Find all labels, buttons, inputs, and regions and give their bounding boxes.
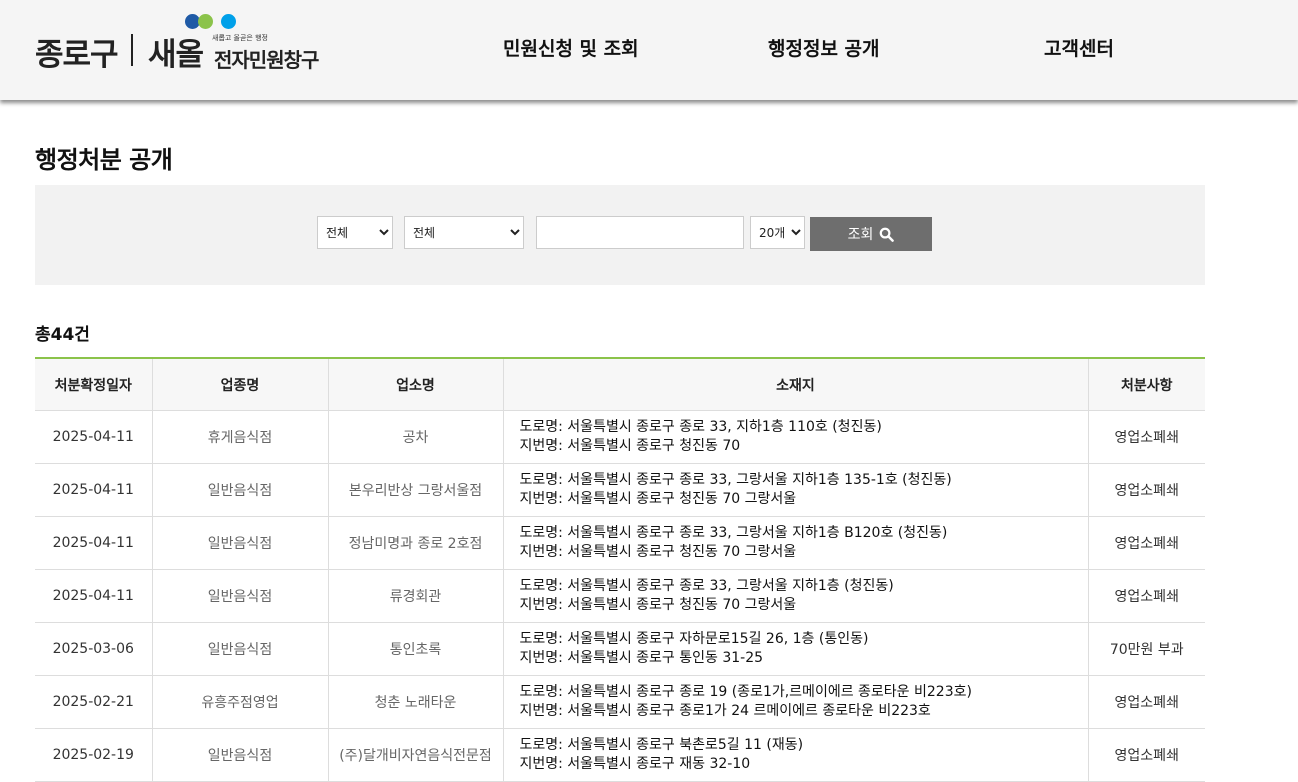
address-lot: 지번명: 서울특별시 종로구 청진동 70 그랑서울 <box>519 597 797 613</box>
page-title: 행정처분 공개 <box>35 146 173 174</box>
cell-address: 도로명: 서울특별시 종로구 종로 33, 그랑서울 지하1층 135-1호 (… <box>503 463 1089 517</box>
cell-business-name: 본우리반상 그랑서울점 <box>328 463 504 517</box>
address-road: 도로명: 서울특별시 종로구 종로 19 (종로1가,르메이에르 종로타운 비2… <box>519 684 972 700</box>
cell-industry: 일반음식점 <box>152 516 329 570</box>
cell-business-name: 정남미명과 종로 2호점 <box>328 516 504 570</box>
logo-dot-green <box>198 14 213 29</box>
cell-business-name: 공차 <box>328 410 504 464</box>
cell-date: 2025-04-11 <box>35 516 153 570</box>
table-row[interactable]: 2025-04-11 일반음식점 류경회관 도로명: 서울특별시 종로구 종로 33,… <box>35 569 1205 623</box>
cell-action: 영업소폐쇄 <box>1088 463 1205 517</box>
table-row[interactable]: 2025-04-11 휴게음식점 공차 도로명: 서울특별시 종로구 종로 33, 지… <box>35 410 1205 464</box>
cell-date: 2025-04-11 <box>35 463 153 517</box>
cell-industry: 일반음식점 <box>152 728 329 782</box>
cell-address: 도로명: 서울특별시 종로구 종로 19 (종로1가,르메이에르 종로타운 비2… <box>503 675 1089 729</box>
table-header-row: 처분확정일자 업종명 업소명 소재지 처분사항 <box>35 359 1205 411</box>
search-button-label: 조회 <box>847 226 874 242</box>
results-table: 처분확정일자 업종명 업소명 소재지 처분사항 2025-04-11 휴게음식점 공… <box>35 357 1205 782</box>
logo-divider <box>131 34 133 66</box>
nav-admin-info[interactable]: 행정정보 공개 <box>768 34 880 61</box>
cell-address: 도로명: 서울특별시 종로구 종로 33, 지하1층 110호 (청진동) 지번명… <box>503 410 1089 464</box>
logo-dot-cyan <box>221 14 236 29</box>
site-header: 종로구 새올 새롭고 올곧은 행정 전자민원창구 민원신청 및 조회 행정정보 … <box>0 0 1298 100</box>
logo-tagline: 새롭고 올곧은 행정 <box>212 34 268 42</box>
cell-business-name: (주)달개비자연음식전문점 <box>328 728 504 782</box>
search-input[interactable] <box>536 216 744 249</box>
table-row[interactable]: 2025-04-11 일반음식점 정남미명과 종로 2호점 도로명: 서울특별시 종로… <box>35 516 1205 570</box>
cell-industry: 일반음식점 <box>152 569 329 623</box>
address-lot: 지번명: 서울특별시 종로구 통인동 31-25 <box>519 650 764 666</box>
cell-action: 영업소폐쇄 <box>1088 675 1205 729</box>
logo-service-name: 전자민원창구 <box>214 48 319 72</box>
address-lot: 지번명: 서울특별시 종로구 재동 32-10 <box>519 756 751 772</box>
cell-business-name: 류경회관 <box>328 569 504 623</box>
address-road: 도로명: 서울특별시 종로구 종로 33, 지하1층 110호 (청진동) <box>519 419 882 435</box>
nav-civil-application[interactable]: 민원신청 및 조회 <box>503 34 639 61</box>
page-size-select[interactable]: 20개 <box>750 216 805 249</box>
cell-date: 2025-02-19 <box>35 728 153 782</box>
cell-date: 2025-04-11 <box>35 569 153 623</box>
cell-action: 70만원 부과 <box>1088 622 1205 676</box>
cell-action: 영업소폐쇄 <box>1088 410 1205 464</box>
nav-customer-center[interactable]: 고객센터 <box>1044 34 1114 61</box>
address-road: 도로명: 서울특별시 종로구 종로 33, 그랑서울 지하1층 135-1호 (… <box>519 472 952 488</box>
address-road: 도로명: 서울특별시 종로구 북촌로5길 11 (재동) <box>519 737 804 753</box>
address-road: 도로명: 서울특별시 종로구 종로 33, 그랑서울 지하1층 (청진동) <box>519 578 894 594</box>
cell-address: 도로명: 서울특별시 종로구 종로 33, 그랑서울 지하1층 (청진동) 지번명… <box>503 569 1089 623</box>
total-count: 총44건 <box>35 325 90 345</box>
table-row[interactable]: 2025-02-19 일반음식점 (주)달개비자연음식전문점 도로명: 서울특별시 종… <box>35 728 1205 782</box>
header-business-name: 업소명 <box>328 359 504 411</box>
cell-industry: 유흥주점영업 <box>152 675 329 729</box>
table-row[interactable]: 2025-02-21 유흥주점영업 청춘 노래타운 도로명: 서울특별시 종로구 종로… <box>35 675 1205 729</box>
cell-business-name: 청춘 노래타운 <box>328 675 504 729</box>
cell-date: 2025-03-06 <box>35 622 153 676</box>
cell-industry: 휴게음식점 <box>152 410 329 464</box>
cell-action: 영업소폐쇄 <box>1088 516 1205 570</box>
address-lot: 지번명: 서울특별시 종로구 청진동 70 그랑서울 <box>519 544 797 560</box>
cell-date: 2025-04-11 <box>35 410 153 464</box>
type-select[interactable]: 전체 <box>404 216 524 249</box>
cell-action: 영업소폐쇄 <box>1088 728 1205 782</box>
cell-date: 2025-02-21 <box>35 675 153 729</box>
address-road: 도로명: 서울특별시 종로구 자하문로15길 26, 1층 (통인동) <box>519 631 869 647</box>
cell-action: 영업소폐쇄 <box>1088 569 1205 623</box>
cell-business-name: 통인초록 <box>328 622 504 676</box>
cell-industry: 일반음식점 <box>152 622 329 676</box>
search-button[interactable]: 조회 <box>810 217 932 251</box>
cell-industry: 일반음식점 <box>152 463 329 517</box>
logo-district-name: 종로구 <box>35 37 119 73</box>
address-lot: 지번명: 서울특별시 종로구 청진동 70 <box>519 438 741 454</box>
cell-address: 도로명: 서울특별시 종로구 자하문로15길 26, 1층 (통인동) 지번명: … <box>503 622 1089 676</box>
cell-address: 도로명: 서울특별시 종로구 종로 33, 그랑서울 지하1층 B120호 (청… <box>503 516 1089 570</box>
address-lot: 지번명: 서울특별시 종로구 청진동 70 그랑서울 <box>519 491 797 507</box>
header-industry: 업종명 <box>152 359 329 411</box>
header-date: 처분확정일자 <box>35 359 153 411</box>
address-lot: 지번명: 서울특별시 종로구 종로1가 24 르메이에르 종로타운 비223호 <box>519 703 931 719</box>
search-panel: 전체 전체 20개 조회 <box>35 185 1205 285</box>
header-action: 처분사항 <box>1088 359 1205 411</box>
search-icon <box>880 227 895 242</box>
logo-brand-name: 새올 <box>148 37 204 73</box>
header-address: 소재지 <box>503 359 1089 411</box>
address-road: 도로명: 서울특별시 종로구 종로 33, 그랑서울 지하1층 B120호 (청… <box>519 525 948 541</box>
table-row[interactable]: 2025-04-11 일반음식점 본우리반상 그랑서울점 도로명: 서울특별시 종로구… <box>35 463 1205 517</box>
category-select[interactable]: 전체 <box>317 216 393 249</box>
cell-address: 도로명: 서울특별시 종로구 북촌로5길 11 (재동) 지번명: 서울특별시 종… <box>503 728 1089 782</box>
table-row[interactable]: 2025-03-06 일반음식점 통인초록 도로명: 서울특별시 종로구 자하문로15… <box>35 622 1205 676</box>
